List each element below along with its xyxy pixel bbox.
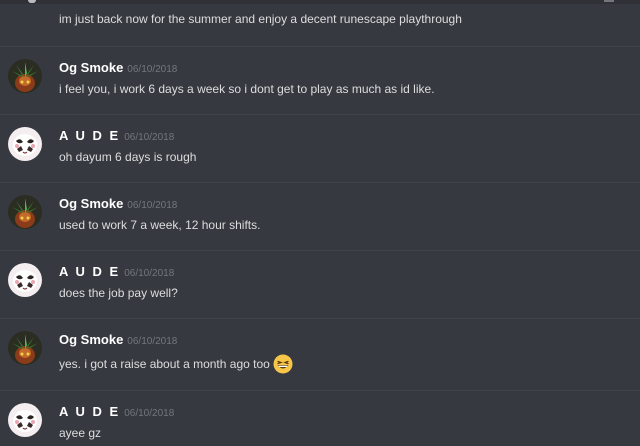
message-text: yes. i got a raise about a month ago too bbox=[59, 357, 270, 371]
og-smoke-avatar[interactable] bbox=[8, 331, 42, 365]
message-timestamp: 06/10/2018 bbox=[127, 200, 178, 211]
message-text: ayee gz bbox=[59, 426, 102, 440]
author-name[interactable]: A U D E bbox=[59, 404, 120, 419]
message-author[interactable]: A U D E 06/10/2018 bbox=[59, 404, 174, 419]
message: Og Smoke 06/10/2018 i feel you, i work 6 … bbox=[0, 46, 640, 115]
message-author[interactable]: Og Smoke 06/10/2018 bbox=[59, 332, 177, 347]
message: Og Smoke 06/10/2018 yes. i got a raise ab… bbox=[0, 318, 640, 391]
message-content: yes. i got a raise about a month ago too bbox=[59, 354, 293, 374]
message-author[interactable]: A U D E 06/10/2018 bbox=[59, 264, 174, 279]
message: Og Smoke 06/10/2018 used to work 7 a week… bbox=[0, 182, 640, 251]
author-name[interactable]: Og Smoke bbox=[59, 196, 123, 211]
message-timestamp: 06/10/2018 bbox=[127, 336, 178, 347]
aude-avatar[interactable] bbox=[8, 263, 42, 297]
og-smoke-avatar[interactable] bbox=[8, 59, 42, 93]
aude-avatar[interactable] bbox=[8, 403, 42, 437]
message: A U D E 06/10/2018 oh dayum 6 days is rou… bbox=[0, 114, 640, 183]
header-control bbox=[604, 0, 614, 2]
message-content: ayee gz bbox=[59, 426, 101, 440]
message-content: used to work 7 a week, 12 hour shifts. bbox=[59, 218, 260, 232]
chat-header-edge bbox=[0, 0, 640, 4]
message-content-continued: im just back now for the summer and enjo… bbox=[59, 12, 462, 26]
message: A U D E 06/10/2018 does the job pay well? bbox=[0, 250, 640, 319]
message: A U D E 06/10/2018 ayee gz bbox=[0, 390, 640, 446]
message-timestamp: 06/10/2018 bbox=[124, 132, 175, 143]
og-smoke-avatar[interactable] bbox=[8, 195, 42, 229]
message-text: i feel you, i work 6 days a week so i do… bbox=[59, 82, 435, 96]
message-author[interactable]: A U D E 06/10/2018 bbox=[59, 128, 174, 143]
message-author[interactable]: Og Smoke 06/10/2018 bbox=[59, 60, 177, 75]
message-timestamp: 06/10/2018 bbox=[124, 408, 175, 419]
message-timestamp: 06/10/2018 bbox=[127, 64, 178, 75]
message-text: oh dayum 6 days is rough bbox=[59, 150, 197, 164]
author-name[interactable]: A U D E bbox=[59, 128, 120, 143]
aude-avatar[interactable] bbox=[8, 127, 42, 161]
chat-messages-pane[interactable]: im just back now for the summer and enjo… bbox=[0, 0, 640, 446]
message-author[interactable]: Og Smoke 06/10/2018 bbox=[59, 196, 177, 211]
grinning-squinting-face-icon bbox=[273, 354, 293, 374]
author-name[interactable]: Og Smoke bbox=[59, 332, 123, 347]
message-content: oh dayum 6 days is rough bbox=[59, 150, 196, 164]
message-text: used to work 7 a week, 12 hour shifts. bbox=[59, 218, 261, 232]
message-text: does the job pay well? bbox=[59, 286, 178, 300]
message-content: i feel you, i work 6 days a week so i do… bbox=[59, 82, 435, 96]
author-name[interactable]: Og Smoke bbox=[59, 60, 123, 75]
message-timestamp: 06/10/2018 bbox=[124, 268, 175, 279]
message-content: does the job pay well? bbox=[59, 286, 178, 300]
author-name[interactable]: A U D E bbox=[59, 264, 120, 279]
header-icon bbox=[28, 0, 36, 3]
